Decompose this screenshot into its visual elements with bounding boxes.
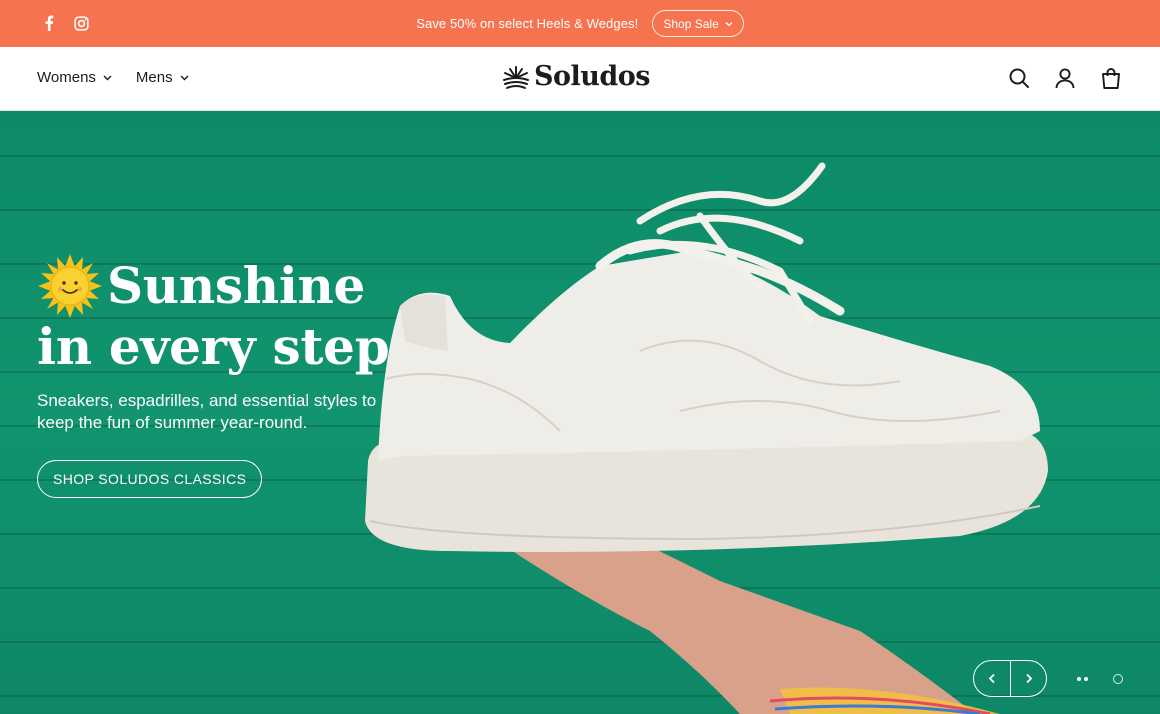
search-icon[interactable] <box>1008 67 1030 89</box>
account-icon[interactable] <box>1054 67 1076 89</box>
chevron-down-icon <box>725 21 733 26</box>
chevron-down-icon <box>180 75 189 80</box>
headline-line-1: Sunshine <box>107 256 366 315</box>
nav-item-label: Mens <box>135 69 173 86</box>
cart-icon[interactable] <box>1100 67 1122 89</box>
chevron-left-icon <box>988 673 995 684</box>
hero-banner: Sunshine in every step Sneakers, espadri… <box>0 111 1160 714</box>
site-header: Womens Mens Soludos <box>0 47 1160 111</box>
hero-headline: Sunshine in every step <box>37 253 390 376</box>
slider-arrows <box>973 660 1047 697</box>
nav-item-womens[interactable]: Womens <box>37 69 112 86</box>
prev-slide-button[interactable] <box>974 661 1010 696</box>
nav-item-mens[interactable]: Mens <box>136 69 189 86</box>
shop-sale-label: Shop Sale <box>663 16 719 31</box>
cta-label: SHOP SOLUDOS CLASSICS <box>53 471 247 487</box>
hero-subtext: Sneakers, espadrilles, and essential sty… <box>37 391 377 432</box>
shop-sale-button[interactable]: Shop Sale <box>652 10 744 37</box>
next-slide-button[interactable] <box>1010 661 1046 696</box>
slide-dot-active[interactable] <box>1077 677 1088 681</box>
logo-text: Soludos <box>534 61 650 92</box>
slide-dot[interactable] <box>1113 674 1123 684</box>
site-logo[interactable]: Soludos <box>502 61 650 92</box>
announcement-message: Save 50% on select Heels & Wedges! <box>416 16 639 31</box>
chevron-down-icon <box>103 75 112 80</box>
main-nav: Womens Mens <box>37 69 189 86</box>
announcement-content: Save 50% on select Heels & Wedges! Shop … <box>0 0 1160 47</box>
sun-icon <box>38 254 102 318</box>
sun-logo-icon <box>503 65 529 89</box>
slide-pagination <box>1077 674 1123 684</box>
announcement-bar: Save 50% on select Heels & Wedges! Shop … <box>0 0 1160 47</box>
nav-item-label: Womens <box>37 69 96 86</box>
header-actions <box>1008 67 1122 89</box>
chevron-right-icon <box>1025 673 1032 684</box>
shop-classics-button[interactable]: SHOP SOLUDOS CLASSICS <box>37 460 263 498</box>
headline-line-2: in every step <box>37 317 390 376</box>
